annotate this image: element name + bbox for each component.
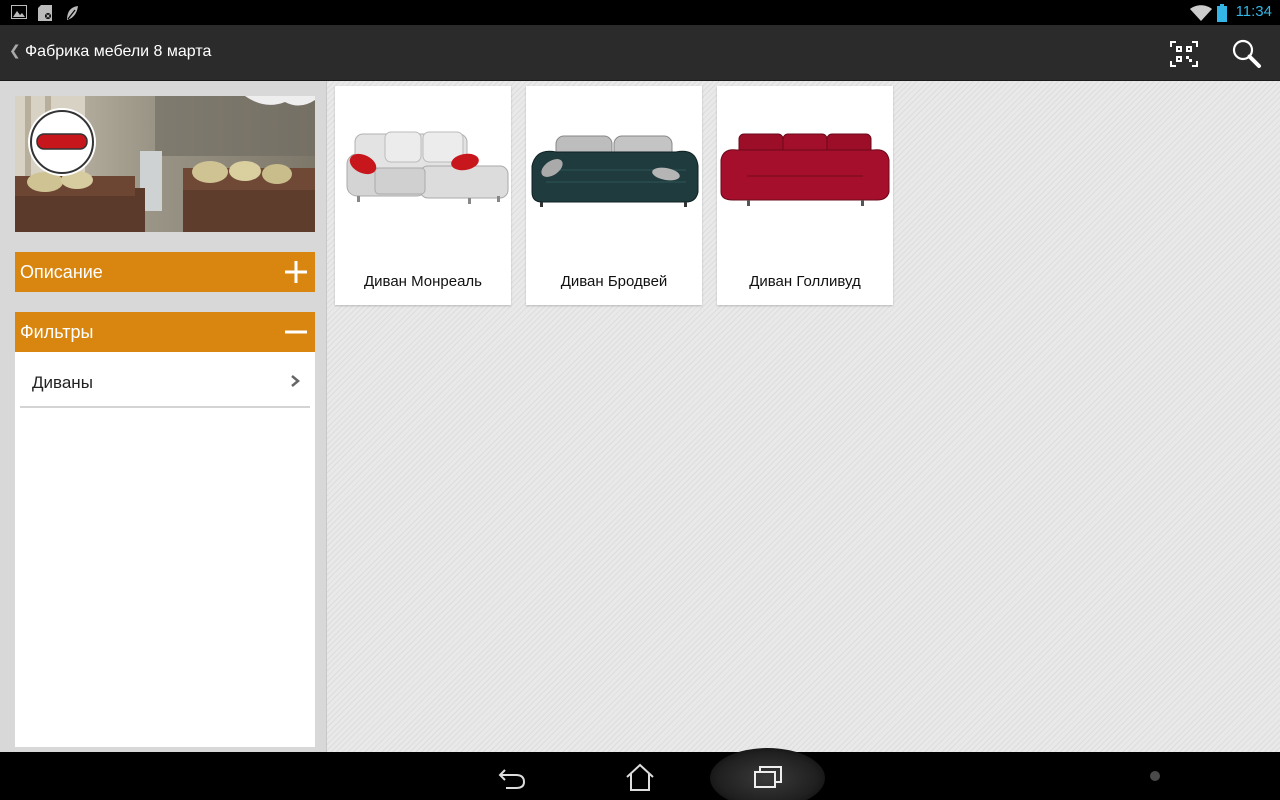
product-card[interactable]: Диван Бродвей: [526, 86, 702, 305]
banner-image: [15, 96, 315, 232]
leaf-icon: [67, 6, 78, 20]
filter-item-label: Диваны: [32, 373, 93, 392]
wifi-icon: [1190, 5, 1212, 21]
chevron-right-icon: [291, 375, 300, 387]
sd-card-icon: [38, 5, 52, 21]
back-chevron-icon[interactable]: ❮: [9, 43, 21, 59]
product-card[interactable]: Диван Монреаль: [335, 86, 511, 305]
search-icon[interactable]: [1231, 38, 1263, 70]
section-filters-label: Фильтры: [20, 322, 94, 342]
product-name: Диван Монреаль: [363, 273, 482, 290]
navigation-bar: [0, 748, 1280, 800]
product-card[interactable]: Диван Голливуд: [717, 86, 893, 305]
plus-icon[interactable]: [285, 261, 307, 283]
content-area: Описание Фильтры Диваны Диван Монреаль Д…: [0, 81, 1280, 752]
section-filters-header[interactable]: Фильтры: [15, 312, 315, 352]
filters-panel: Диваны: [15, 352, 315, 747]
status-time: 11:34: [1235, 3, 1272, 20]
section-description-label: Описание: [20, 262, 103, 282]
nav-back-icon[interactable]: [496, 762, 528, 792]
battery-icon: [1217, 4, 1227, 22]
product-image-sofa-montreal: [346, 131, 509, 204]
product-image-sofa-broadway: [531, 135, 699, 207]
product-name: Диван Бродвей: [560, 273, 668, 290]
status-bar: 11:34: [0, 0, 1280, 25]
nav-indicator-dot: [1150, 771, 1160, 781]
store-banner[interactable]: [15, 96, 315, 232]
nav-home-icon[interactable]: [624, 762, 656, 792]
sidebar: Описание Фильтры Диваны: [0, 81, 327, 752]
qr-scan-icon[interactable]: [1168, 39, 1200, 69]
action-bar: ❮ Фабрика мебели 8 марта: [0, 25, 1280, 81]
filter-item-sofas[interactable]: Диваны: [20, 352, 310, 408]
nav-recents-icon[interactable]: [752, 762, 784, 792]
image-icon: [11, 5, 27, 19]
product-name: Диван Голливуд: [749, 273, 861, 290]
product-image-sofa-hollywood: [720, 133, 890, 206]
app-title[interactable]: Фабрика мебели 8 марта: [25, 43, 211, 61]
minus-icon[interactable]: [285, 321, 307, 343]
section-description-header[interactable]: Описание: [15, 252, 315, 292]
